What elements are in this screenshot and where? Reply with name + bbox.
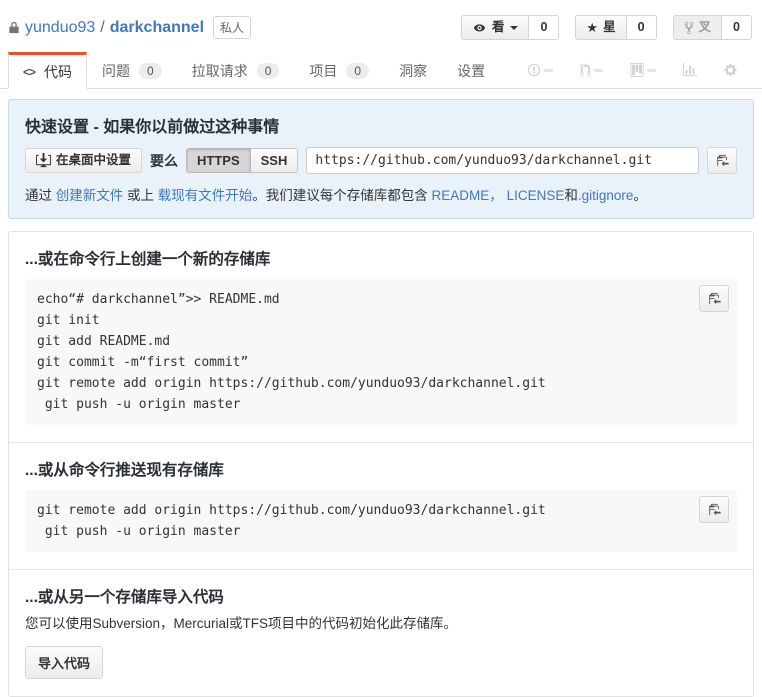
fork-label: 叉 xyxy=(698,20,712,34)
pull-request-icon xyxy=(580,52,604,88)
setup-row: 在桌面中设置 要么 HTTPS SSH xyxy=(25,147,737,174)
clipboard-icon xyxy=(716,154,729,168)
tab-code-label: 代码 xyxy=(44,63,73,80)
copy-create-code-button[interactable] xyxy=(699,285,729,312)
or-label: 要么 xyxy=(150,152,179,169)
private-badge: 私人 xyxy=(213,16,252,39)
repo-page: yunduo93 / darkchannel 私人 看 0 ★ 星 0 叉 0 … xyxy=(0,0,762,697)
owner-link[interactable]: yunduo93 xyxy=(25,19,95,37)
eye-icon xyxy=(472,22,487,34)
import-code-button[interactable]: 导入代码 xyxy=(25,646,104,680)
quick-setup-hint: 通过 创建新文件 或上 载现有文件开始。我们建议每个存储库都包含 README，… xyxy=(25,184,737,204)
repo-actions: 看 0 ★ 星 0 叉 0 xyxy=(460,15,754,40)
tab-projects-label: 项目 xyxy=(309,62,338,79)
import-code-title: ...或从另一个存储库导入代码 xyxy=(25,589,224,607)
setup-in-desktop-label: 在桌面中设置 xyxy=(56,153,132,167)
loading-dash xyxy=(647,68,657,72)
tab-settings[interactable]: 设置 xyxy=(442,52,500,89)
repo-header: yunduo93 / darkchannel 私人 看 0 ★ 星 0 叉 0 xyxy=(0,0,762,52)
clipboard-icon xyxy=(708,503,721,517)
tab-issues[interactable]: 问题 0 xyxy=(87,52,177,89)
star-count[interactable]: 0 xyxy=(626,15,657,40)
setup-in-desktop-button[interactable]: 在桌面中设置 xyxy=(25,148,143,173)
tab-pull-requests[interactable]: 拉取请求 0 xyxy=(177,52,295,89)
star-label: 星 xyxy=(603,20,616,34)
create-repo-code: echo“# darkchannel”>> README.md git init… xyxy=(25,279,737,426)
fork-icon xyxy=(684,21,694,35)
tab-insights-label: 洞察 xyxy=(399,62,428,79)
ssh-button[interactable]: SSH xyxy=(250,148,299,173)
pull-requests-counter: 0 xyxy=(256,62,280,79)
import-code-section: ...或从另一个存储库导入代码 您可以使用Subversion，Mercuria… xyxy=(9,570,753,696)
star-button[interactable]: ★ 星 xyxy=(575,15,627,40)
create-repo-title: ...或在命令行上创建一个新的存储库 xyxy=(25,251,271,268)
watch-button[interactable]: 看 xyxy=(460,15,530,40)
upload-existing-file-link[interactable]: 载现有文件开始 xyxy=(158,188,253,203)
code-icon: <> xyxy=(23,64,36,79)
tab-issues-label: 问题 xyxy=(102,62,131,79)
tab-projects[interactable]: 项目 0 xyxy=(294,52,384,89)
tab-code[interactable]: <> 代码 xyxy=(8,52,88,89)
caret-down-icon xyxy=(510,25,519,30)
gitignore-link[interactable]: .gitignore xyxy=(578,188,634,203)
fork-count[interactable]: 0 xyxy=(722,15,752,40)
hint-text: 。我们建议每个存储库都包含 xyxy=(252,188,432,203)
empty-repo-instructions: ...或在命令行上创建一个新的存储库 echo“# darkchannel”>>… xyxy=(8,231,754,697)
star-icon: ★ xyxy=(586,20,599,35)
tab-settings-label: 设置 xyxy=(457,62,486,79)
loading-dash xyxy=(544,68,554,72)
repo-nav: <> 代码 问题 0 拉取请求 0 项目 0 洞察 设置 xyxy=(0,52,762,89)
copy-url-button[interactable] xyxy=(707,147,737,174)
push-existing-section: ...或从命令行推送现有存储库 git remote add origin ht… xyxy=(9,443,753,569)
quick-setup-box: 快速设置 - 如果你以前做过这种事情 在桌面中设置 要么 HTTPS SSH 通… xyxy=(8,99,754,219)
watch-group: 看 0 xyxy=(460,15,560,40)
quick-setup-title: 快速设置 - 如果你以前做过这种事情 xyxy=(25,119,280,136)
lock-icon xyxy=(8,20,20,35)
protocol-switch: HTTPS SSH xyxy=(186,148,299,173)
copy-push-code-button[interactable] xyxy=(699,496,729,524)
readme-link[interactable]: README， xyxy=(432,188,503,203)
loading-dash xyxy=(594,68,604,72)
push-existing-code-wrap: git remote add origin https://github.com… xyxy=(25,490,737,553)
issue-opened-icon xyxy=(527,52,554,88)
watch-label: 看 xyxy=(491,20,505,34)
https-button[interactable]: HTTPS xyxy=(186,148,251,173)
clipboard-icon xyxy=(708,292,721,306)
hint-text: 和 xyxy=(564,188,578,203)
create-repo-code-wrap: echo“# darkchannel”>> README.md git init… xyxy=(25,279,737,426)
graph-icon xyxy=(683,52,698,88)
license-link[interactable]: LICENSE xyxy=(507,188,565,203)
issues-counter: 0 xyxy=(139,62,162,79)
push-existing-code: git remote add origin https://github.com… xyxy=(25,490,737,553)
create-repo-section: ...或在命令行上创建一个新的存储库 echo“# darkchannel”>>… xyxy=(9,232,753,442)
breadcrumb-separator: / xyxy=(100,18,105,36)
desktop-download-icon xyxy=(36,153,51,168)
project-icon xyxy=(630,52,657,88)
watch-count[interactable]: 0 xyxy=(529,15,560,40)
clone-url-input[interactable] xyxy=(306,147,699,174)
tab-pull-requests-label: 拉取请求 xyxy=(191,62,248,79)
hint-text: 通过 xyxy=(25,188,56,203)
push-existing-title: ...或从命令行推送现有存储库 xyxy=(25,462,224,480)
gear-icon xyxy=(724,52,737,88)
breadcrumb: yunduo93 / darkchannel 私人 xyxy=(8,16,252,39)
tab-insights[interactable]: 洞察 xyxy=(384,52,442,89)
repo-link[interactable]: darkchannel xyxy=(110,19,204,37)
projects-counter: 0 xyxy=(346,62,370,79)
import-code-description: 您可以使用Subversion，Mercurial或TFS项目中的代码初始化此存… xyxy=(25,616,458,632)
fork-group: 叉 0 xyxy=(672,15,752,40)
star-group: ★ 星 0 xyxy=(575,15,657,40)
fork-button[interactable]: 叉 xyxy=(672,15,723,40)
create-new-file-link[interactable]: 创建新文件 xyxy=(56,188,124,203)
hint-text: 。 xyxy=(633,188,647,203)
hint-text: 或上 xyxy=(123,188,158,203)
